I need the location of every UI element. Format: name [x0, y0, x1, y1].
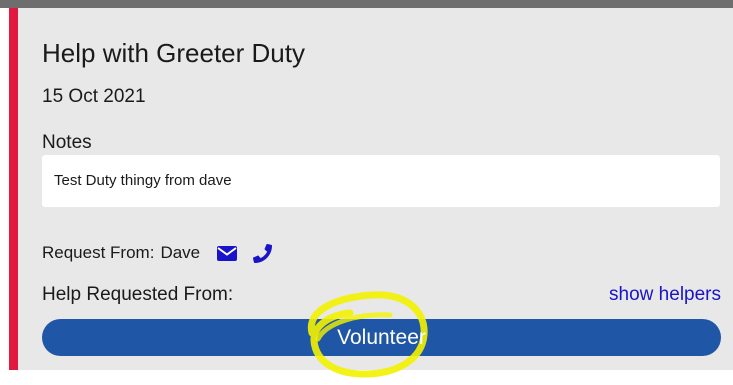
card-accent-bar — [9, 8, 18, 370]
show-helpers-link[interactable]: show helpers — [609, 284, 721, 306]
request-from-row: Request From: Dave — [42, 241, 273, 265]
top-border — [0, 0, 733, 8]
request-from-label: Request From: — [42, 243, 155, 262]
phone-icon[interactable] — [253, 243, 273, 263]
volunteer-button[interactable]: Volunteer — [42, 319, 721, 356]
requester-name: Dave — [160, 243, 201, 262]
duty-date: 15 Oct 2021 — [42, 86, 146, 107]
duty-title: Help with Greeter Duty — [42, 38, 305, 68]
envelope-icon[interactable] — [217, 245, 238, 261]
notes-box: Test Duty thingy from dave — [42, 155, 720, 207]
notes-label: Notes — [42, 132, 92, 153]
volunteer-button-label: Volunteer — [337, 325, 426, 349]
notes-text: Test Duty thingy from dave — [54, 172, 232, 189]
help-requested-label: Help Requested From: — [42, 284, 234, 305]
duty-request-card: Help with Greeter Duty 15 Oct 2021 Notes… — [18, 8, 733, 370]
left-edge — [0, 8, 4, 385]
